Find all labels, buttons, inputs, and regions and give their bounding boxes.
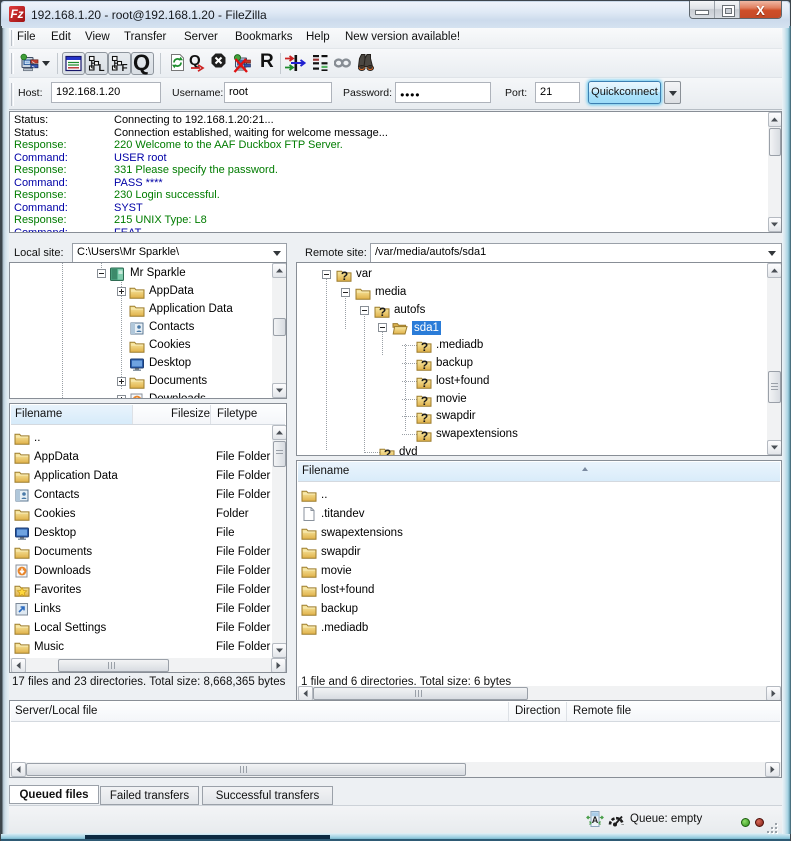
svg-text:F: F	[122, 63, 128, 72]
svg-text:A: A	[592, 815, 599, 825]
svg-text:L: L	[99, 63, 105, 72]
